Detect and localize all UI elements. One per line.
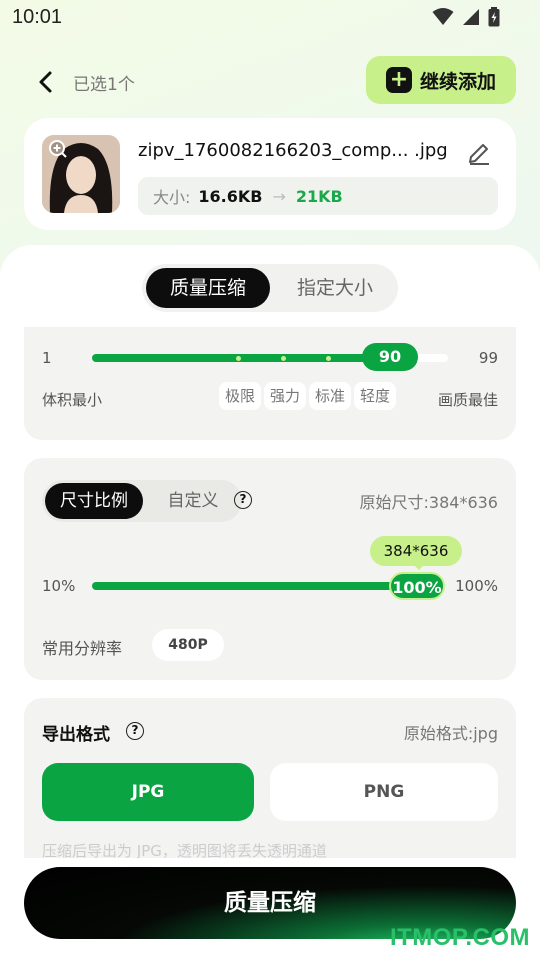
scale-slider-thumb[interactable]: 100%: [389, 572, 445, 600]
quality-right-label: 画质最佳: [437, 391, 498, 409]
size-mode-tabs: 尺寸比例 自定义: [42, 480, 242, 522]
size-label: 大小:: [153, 188, 191, 207]
size-card: 尺寸比例 自定义 ? 原始尺寸:384*636 384*636 10% 100%…: [24, 458, 516, 680]
resolution-chip-480p[interactable]: 480P: [152, 629, 224, 661]
file-name: zipv_1760082166203_comp... .jpg: [138, 140, 448, 161]
preset-standard[interactable]: 标准: [309, 382, 352, 410]
preset-extreme[interactable]: 极限: [219, 382, 262, 410]
original-dimensions: 原始尺寸:384*636: [359, 493, 498, 512]
bubble-tip: [413, 564, 425, 570]
back-arrow-icon[interactable]: [32, 68, 60, 96]
quality-min: 1: [42, 349, 52, 367]
wifi-icon: [432, 8, 454, 25]
tab-size-ratio[interactable]: 尺寸比例: [45, 483, 143, 519]
format-title: 导出格式: [42, 725, 110, 745]
zoom-in-icon[interactable]: [48, 139, 68, 159]
header: 已选1个 + 继续添加: [0, 56, 540, 106]
page-title: 已选1个: [73, 75, 135, 95]
preset-strong[interactable]: 强力: [264, 382, 307, 410]
format-note: 压缩后导出为 JPG，透明图将丢失透明通道: [42, 842, 327, 858]
format-card: 导出格式 ? 原始格式:jpg JPG PNG 压缩后导出为 JPG，透明图将丢…: [24, 698, 516, 858]
status-bar: 10:01: [0, 0, 540, 38]
size-comparison: 大小: 16.6KB → 21KB: [138, 177, 498, 215]
quality-card: 1 90 99 体积最小 极限 强力 标准 轻度 画质最佳: [24, 327, 516, 440]
resolution-bubble: 384*636: [370, 536, 462, 566]
original-size: 16.6KB: [198, 186, 263, 206]
plus-icon: +: [385, 67, 412, 93]
resolution-label: 常用分辨率: [42, 639, 123, 658]
arrow-right-icon: →: [272, 186, 286, 206]
status-icons: [432, 7, 500, 27]
signal-icon: [463, 9, 479, 25]
tab-custom-size[interactable]: 自定义: [148, 483, 238, 519]
help-icon[interactable]: ?: [126, 722, 144, 740]
quality-slider-thumb[interactable]: 90: [362, 343, 418, 371]
tab-target-size[interactable]: 指定大小: [276, 268, 394, 308]
add-more-label: 继续添加: [419, 70, 496, 93]
format-jpg-button[interactable]: JPG: [42, 763, 254, 821]
quality-tick: [326, 356, 331, 361]
preset-light[interactable]: 轻度: [354, 382, 397, 410]
quality-tick: [281, 356, 286, 361]
status-time: 10:01: [12, 6, 63, 28]
scale-max: 100%: [455, 577, 498, 595]
edit-pencil-icon[interactable]: [466, 140, 492, 166]
original-format: 原始格式:jpg: [403, 724, 498, 743]
quality-max: 99: [478, 349, 498, 367]
file-card: zipv_1760082166203_comp... .jpg 大小: 16.6…: [24, 118, 516, 230]
format-png-button[interactable]: PNG: [270, 763, 498, 821]
quality-tick: [236, 356, 241, 361]
settings-panel: 质量压缩 指定大小 1 90 99 体积最小 极限 强力 标准 轻度 画质最佳 …: [0, 245, 540, 960]
compressed-size: 21KB: [295, 186, 343, 206]
help-icon[interactable]: ?: [234, 491, 252, 509]
quality-left-label: 体积最小: [42, 391, 103, 409]
quality-slider-fill: [92, 354, 392, 362]
scale-min: 10%: [42, 577, 76, 595]
mode-tabs: 质量压缩 指定大小: [142, 264, 398, 312]
watermark: ITMOP.COM: [389, 924, 530, 951]
image-thumbnail[interactable]: [42, 135, 120, 213]
tab-quality-compress[interactable]: 质量压缩: [146, 268, 270, 308]
add-more-button[interactable]: + 继续添加: [366, 56, 516, 104]
battery-icon: [488, 7, 500, 27]
